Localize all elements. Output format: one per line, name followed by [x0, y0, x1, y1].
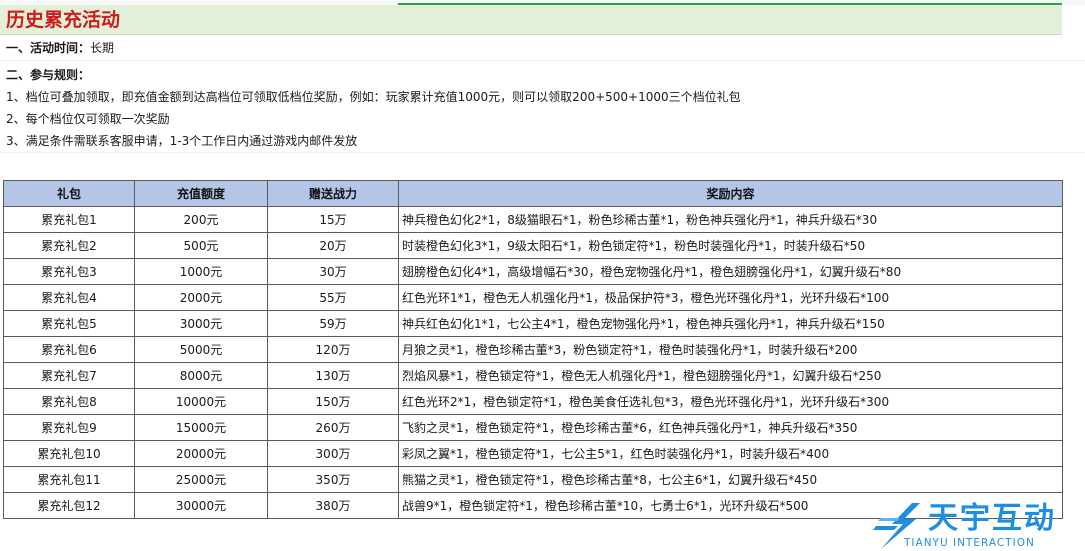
cell-reward-content: 神兵橙色幻化2*1，8级猫眼石*1，粉色珍稀古董*1，粉色神兵强化丹*1，神兵升…: [398, 206, 1063, 233]
rule-2: 2、每个档位仅可领取一次奖励: [6, 112, 170, 126]
cell-gift-name: 累充礼包5: [3, 310, 135, 337]
cell-recharge-amount: 25000元: [134, 466, 268, 493]
cell-recharge-amount: 30000元: [134, 492, 268, 519]
table-header-row: 礼包 充值额度 赠送战力 奖励内容: [3, 180, 1063, 207]
table-row: 累充礼包10 20000元 300万 彩凤之翼*1，橙色锁定符*1，七公主5*1，红色…: [3, 440, 1063, 467]
table-row: 累充礼包1 200元 15万 神兵橙色幻化2*1，8级猫眼石*1，粉色珍稀古董*1，粉…: [3, 206, 1063, 233]
table-row: 累充礼包11 25000元 350万 熊猫之灵*1，橙色锁定符*1，橙色珍稀古董*8，…: [3, 466, 1063, 493]
rule-3: 3、满足条件需联系客服申请，1-3个工作日内通过游戏内邮件发放: [6, 134, 358, 148]
grid-line: [0, 60, 1085, 61]
cell-reward-content: 飞豹之灵*1，橙色锁定符*1，橙色珍稀古董*6，红色神兵强化丹*1，神兵升级石*…: [398, 414, 1063, 441]
cell-reward-content: 烈焰风暴*1，橙色锁定符*1，橙色无人机强化丹*1，橙色翅膀强化丹*1，幻翼升级…: [398, 362, 1063, 389]
cell-recharge-amount: 20000元: [134, 440, 268, 467]
cell-recharge-amount: 200元: [134, 206, 268, 233]
logo-name: 天宇互动: [928, 501, 1056, 536]
header-recharge-amount: 充值额度: [134, 180, 268, 207]
header-reward-content: 奖励内容: [398, 180, 1063, 207]
title-bar: 历史累充活动: [0, 5, 1062, 35]
cell-reward-content: 红色光环2*1，橙色锁定符*1，橙色美食任选礼包*3，橙色光环强化丹*1，光环升…: [398, 388, 1063, 415]
cell-bonus-power: 380万: [267, 492, 399, 519]
cell-recharge-amount: 15000元: [134, 414, 268, 441]
cell-bonus-power: 20万: [267, 232, 399, 259]
table-row: 累充礼包4 2000元 55万 红色光环1*1，橙色无人机强化丹*1，极品保护符*3，…: [3, 284, 1063, 311]
cell-gift-name: 累充礼包12: [3, 492, 135, 519]
cell-reward-content: 熊猫之灵*1，橙色锁定符*1，橙色珍稀古董*8，七公主6*1，幻翼升级石*450: [398, 466, 1063, 493]
tianyu-logo: 天宇互动 TIANYU INTERACTION: [872, 500, 1082, 551]
cell-bonus-power: 350万: [267, 466, 399, 493]
cell-bonus-power: 150万: [267, 388, 399, 415]
table-row: 累充礼包7 8000元 130万 烈焰风暴*1，橙色锁定符*1，橙色无人机强化丹*1，…: [3, 362, 1063, 389]
page-title: 历史累充活动: [6, 9, 121, 31]
cell-bonus-power: 30万: [267, 258, 399, 285]
cell-reward-content: 神兵红色幻化1*1，七公主4*1，橙色宠物强化丹*1，橙色神兵强化丹*1，神兵升…: [398, 310, 1063, 337]
reward-table-body: 累充礼包1 200元 15万 神兵橙色幻化2*1，8级猫眼石*1，粉色珍稀古董*1，粉…: [3, 206, 1063, 519]
table-row: 累充礼包5 3000元 59万 神兵红色幻化1*1，七公主4*1，橙色宠物强化丹*1，…: [3, 310, 1063, 337]
cell-recharge-amount: 500元: [134, 232, 268, 259]
cell-gift-name: 累充礼包8: [3, 388, 135, 415]
table-row: 累充礼包9 15000元 260万 飞豹之灵*1，橙色锁定符*1，橙色珍稀古董*6，红…: [3, 414, 1063, 441]
cell-gift-name: 累充礼包10: [3, 440, 135, 467]
table-row: 累充礼包3 1000元 30万 翅膀橙色幻化4*1，高级增幅石*30，橙色宠物强化丹*…: [3, 258, 1063, 285]
rule-1: 1、档位可叠加领取，即充值金额到达高档位可领取低档位奖励，例如：玩家累计充值10…: [6, 90, 741, 104]
cell-bonus-power: 300万: [267, 440, 399, 467]
cell-gift-name: 累充礼包4: [3, 284, 135, 311]
cell-bonus-power: 130万: [267, 362, 399, 389]
activity-time-row: 一、活动时间：长期: [6, 40, 114, 56]
header-bonus-power: 赠送战力: [267, 180, 399, 207]
cell-reward-content: 翅膀橙色幻化4*1，高级增幅石*30，橙色宠物强化丹*1，橙色翅膀强化丹*1，幻…: [398, 258, 1063, 285]
cell-recharge-amount: 3000元: [134, 310, 268, 337]
header-gift: 礼包: [3, 180, 135, 207]
cell-gift-name: 累充礼包9: [3, 414, 135, 441]
cell-bonus-power: 15万: [267, 206, 399, 233]
table-row: 累充礼包2 500元 20万 时装橙色幻化3*1，9级太阳石*1，粉色锁定符*1，粉色…: [3, 232, 1063, 259]
cell-reward-content: 红色光环1*1，橙色无人机强化丹*1，极品保护符*3，橙色光环强化丹*1，光环升…: [398, 284, 1063, 311]
rules-heading: 二、参与规则：: [6, 68, 91, 82]
activity-time-value: 长期: [90, 41, 115, 55]
logo-subtitle: TIANYU INTERACTION: [904, 537, 1035, 549]
grid-line: [0, 152, 1085, 153]
cell-recharge-amount: 5000元: [134, 336, 268, 363]
cell-recharge-amount: 2000元: [134, 284, 268, 311]
cell-recharge-amount: 8000元: [134, 362, 268, 389]
table-row: 累充礼包8 10000元 150万 红色光环2*1，橙色锁定符*1，橙色美食任选礼包*…: [3, 388, 1063, 415]
reward-table: 礼包 充值额度 赠送战力 奖励内容 累充礼包1 200元 15万 神兵橙色幻化2*1，…: [3, 180, 1063, 519]
cell-gift-name: 累充礼包1: [3, 206, 135, 233]
cell-gift-name: 累充礼包2: [3, 232, 135, 259]
cell-bonus-power: 120万: [267, 336, 399, 363]
cell-gift-name: 累充礼包11: [3, 466, 135, 493]
cell-bonus-power: 55万: [267, 284, 399, 311]
cell-bonus-power: 260万: [267, 414, 399, 441]
activity-time-label: 一、活动时间：: [6, 41, 91, 55]
cell-reward-content: 时装橙色幻化3*1，9级太阳石*1，粉色锁定符*1，粉色时装强化丹*1，时装升级…: [398, 232, 1063, 259]
cell-recharge-amount: 10000元: [134, 388, 268, 415]
cell-reward-content: 彩凤之翼*1，橙色锁定符*1，七公主5*1，红色时装强化丹*1，时装升级石*40…: [398, 440, 1063, 467]
table-row: 累充礼包6 5000元 120万 月狼之灵*1，橙色珍稀古董*3，粉色锁定符*1，橙色…: [3, 336, 1063, 363]
cell-bonus-power: 59万: [267, 310, 399, 337]
cell-recharge-amount: 1000元: [134, 258, 268, 285]
cell-gift-name: 累充礼包3: [3, 258, 135, 285]
cell-gift-name: 累充礼包7: [3, 362, 135, 389]
cell-reward-content: 月狼之灵*1，橙色珍稀古董*3，粉色锁定符*1，橙色时装强化丹*1，时装升级石*…: [398, 336, 1063, 363]
cell-gift-name: 累充礼包6: [3, 336, 135, 363]
